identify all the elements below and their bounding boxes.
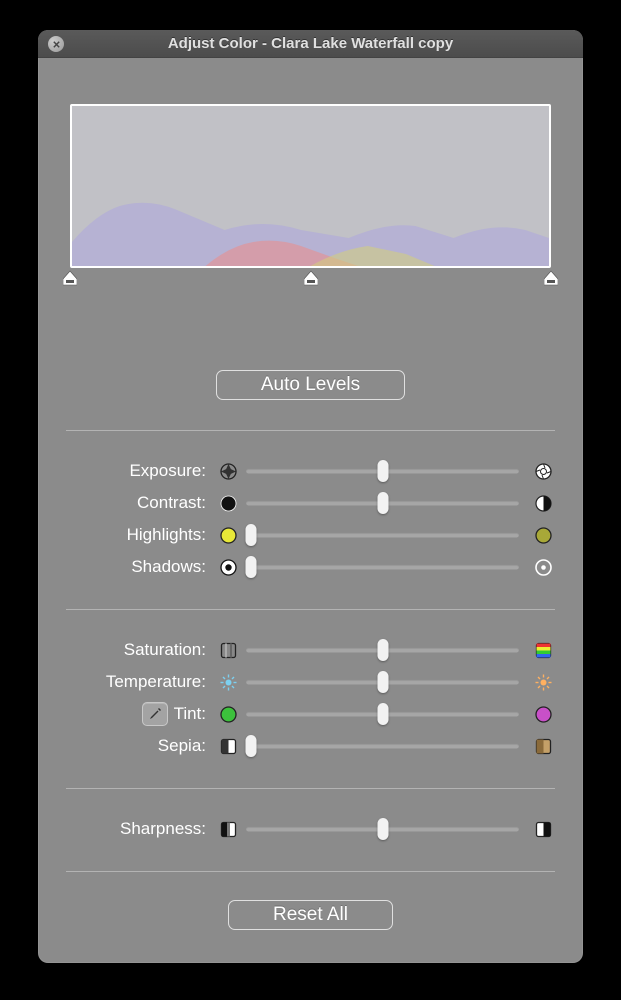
contrast-row: Contrast: [66,487,555,519]
saturation-row: Saturation: [66,634,555,666]
aperture-closed-icon [216,463,240,480]
sharpness-slider-thumb[interactable] [377,818,388,840]
exposure-slider[interactable] [246,459,519,483]
shadows-slider-thumb[interactable] [246,556,257,578]
section-sharp: Sharpness: [66,813,555,845]
histogram [70,104,551,268]
sun-warm-icon [531,674,555,691]
saturation-label: Saturation: [124,640,206,660]
tint-slider-thumb[interactable] [377,703,388,725]
histogram-handles [70,270,551,292]
circle-yellow-icon [216,527,240,544]
contrast-label: Contrast: [137,493,206,513]
reset-all-button[interactable]: Reset All [228,900,393,930]
circle-dot-white-icon [531,559,555,576]
window-title: Adjust Color - Clara Lake Waterfall copy [38,35,583,52]
square-soft-icon [216,821,240,838]
section-color: Saturation: Temperature: Tint: Sepia: [66,634,555,762]
circle-olive-icon [531,527,555,544]
circle-green-icon [216,706,240,723]
circle-half-icon [531,495,555,512]
close-icon [52,40,61,49]
shadows-label: Shadows: [131,557,206,577]
temperature-label: Temperature: [106,672,206,692]
sepia-slider-thumb[interactable] [246,735,257,757]
square-bw-icon [216,738,240,755]
histogram-area [66,104,555,292]
close-button[interactable] [48,36,64,52]
eyedropper-icon [146,706,163,723]
divider [66,871,555,872]
tint-label: Tint: [174,704,206,724]
square-gray-icon [216,642,240,659]
divider [66,430,555,431]
saturation-slider[interactable] [246,638,519,662]
section-tone: Exposure: Contrast: Highlights: Shadows: [66,455,555,583]
contrast-slider[interactable] [246,491,519,515]
tint-row: Tint: [66,698,555,730]
square-rainbow-icon [531,642,555,659]
temperature-slider-thumb[interactable] [377,671,388,693]
highlights-row: Highlights: [66,519,555,551]
histogram-handle-1[interactable] [304,270,318,293]
sharpness-slider[interactable] [246,817,519,841]
highlights-slider-thumb[interactable] [246,524,257,546]
eyedropper-button[interactable] [142,702,168,726]
shadows-slider[interactable] [246,555,519,579]
exposure-label: Exposure: [129,461,206,481]
square-sepia-icon [531,738,555,755]
temperature-row: Temperature: [66,666,555,698]
divider [66,609,555,610]
sun-cool-icon [216,674,240,691]
divider [66,788,555,789]
histogram-handle-0[interactable] [63,270,77,293]
sepia-label: Sepia: [158,736,206,756]
window-content: Auto Levels Exposure: Contrast: Highlights… [38,58,583,954]
histogram-graph [72,106,549,266]
sepia-slider[interactable] [246,734,519,758]
auto-levels-button[interactable]: Auto Levels [216,370,405,400]
exposure-row: Exposure: [66,455,555,487]
circle-magenta-icon [531,706,555,723]
temperature-slider[interactable] [246,670,519,694]
titlebar: Adjust Color - Clara Lake Waterfall copy [38,30,583,58]
circle-dot-black-icon [216,559,240,576]
aperture-open-icon [531,463,555,480]
auto-levels-row: Auto Levels [66,370,555,400]
highlights-slider[interactable] [246,523,519,547]
exposure-slider-thumb[interactable] [377,460,388,482]
saturation-slider-thumb[interactable] [377,639,388,661]
circle-black-icon [216,495,240,512]
sharpness-row: Sharpness: [66,813,555,845]
sepia-row: Sepia: [66,730,555,762]
reset-all-row: Reset All [66,900,555,930]
contrast-slider-thumb[interactable] [377,492,388,514]
tint-slider[interactable] [246,702,519,726]
highlights-label: Highlights: [127,525,206,545]
adjust-color-window: Adjust Color - Clara Lake Waterfall copy… [38,30,583,963]
histogram-handle-2[interactable] [544,270,558,293]
shadows-row: Shadows: [66,551,555,583]
sharpness-label: Sharpness: [120,819,206,839]
square-sharp-icon [531,821,555,838]
